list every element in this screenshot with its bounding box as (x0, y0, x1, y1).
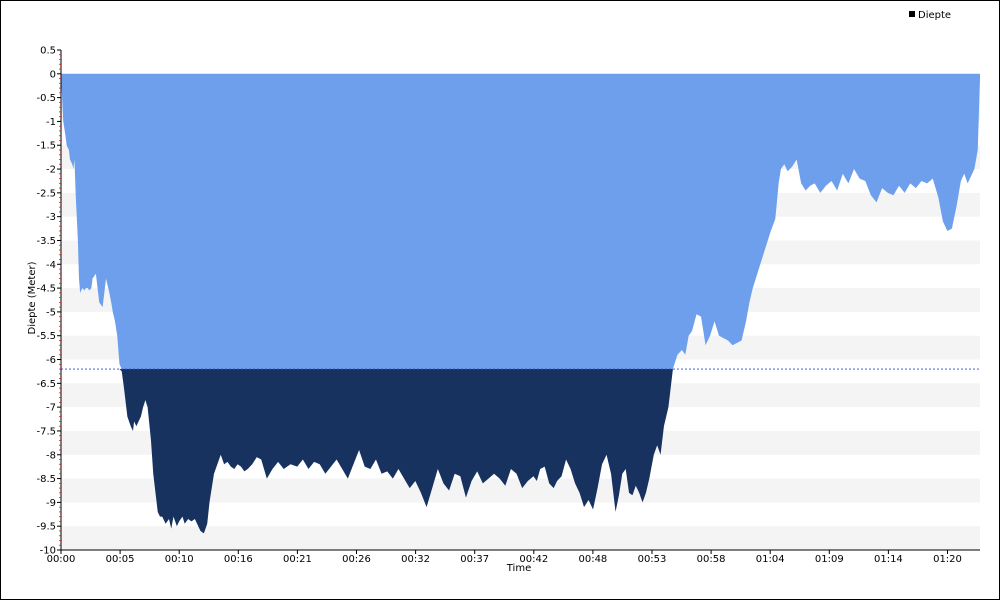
y-tick-label: -7.5 (36, 426, 56, 437)
y-tick-label: -8.5 (36, 474, 56, 485)
y-tick-label: -8 (46, 450, 56, 461)
x-tick-label: 01:20 (933, 554, 962, 565)
y-tick-label: -2.5 (36, 188, 56, 199)
y-tick-label: -4.5 (36, 284, 56, 295)
y-tick-label: -0.5 (36, 93, 56, 104)
legend-label: Diepte (918, 10, 951, 21)
y-axis-title: Diepte (Meter) (27, 261, 38, 334)
y-tick-label: -9 (46, 498, 56, 509)
x-tick-label: 01:09 (815, 554, 844, 565)
legend-swatch (909, 11, 915, 17)
x-tick-label: 00:16 (224, 554, 253, 565)
y-tick-label: -5.5 (36, 331, 56, 342)
x-tick-label: 00:37 (460, 554, 489, 565)
y-ticks: 0.5 0 -0.5 -1 -1.5 -2 -2.5 -3 -3.5 -4 -4.5 -5 -5.5 -6… (36, 46, 61, 557)
y-tick-label: -3.5 (36, 236, 56, 247)
y-tick-label: -1 (46, 117, 56, 128)
x-tick-label: 01:04 (756, 554, 785, 565)
depth-area-shallow (61, 73, 980, 370)
depth-chart: 0.5 0 -0.5 -1 -1.5 -2 -2.5 -3 -3.5 -4 -4.5 -5 -5.5 -6… (27, 10, 980, 574)
y-tick-label: -9.5 (36, 522, 56, 533)
x-tick-label: 00:58 (697, 554, 726, 565)
x-tick-label: 00:26 (342, 554, 371, 565)
y-tick-label: -4 (46, 260, 56, 271)
legend: Diepte (909, 10, 951, 21)
y-tick-label: -7 (46, 403, 56, 414)
x-tick-label: 00:00 (47, 554, 76, 565)
x-tick-label: 01:14 (874, 554, 903, 565)
y-tick-label: -2 (46, 165, 56, 176)
y-tick-label: -5 (46, 307, 56, 318)
x-tick-label: 00:10 (165, 554, 194, 565)
x-tick-label: 00:48 (578, 554, 607, 565)
x-axis-title: Time (506, 563, 531, 574)
x-ticks: 00:00 00:05 00:10 00:16 00:21 00:26 00:32 00:37… (47, 550, 962, 565)
background-band (61, 526, 980, 550)
y-tick-label: -3 (46, 212, 56, 223)
y-tick-label: -1.5 (36, 141, 56, 152)
x-tick-label: 00:21 (283, 554, 312, 565)
x-tick-label: 00:53 (638, 554, 667, 565)
y-tick-label: -6.5 (36, 379, 56, 390)
x-tick-label: 00:32 (401, 554, 430, 565)
x-tick-label: 00:05 (106, 554, 135, 565)
y-tick-label: 0 (50, 69, 56, 80)
y-tick-label: 0.5 (40, 46, 56, 57)
y-tick-label: -6 (46, 355, 56, 366)
